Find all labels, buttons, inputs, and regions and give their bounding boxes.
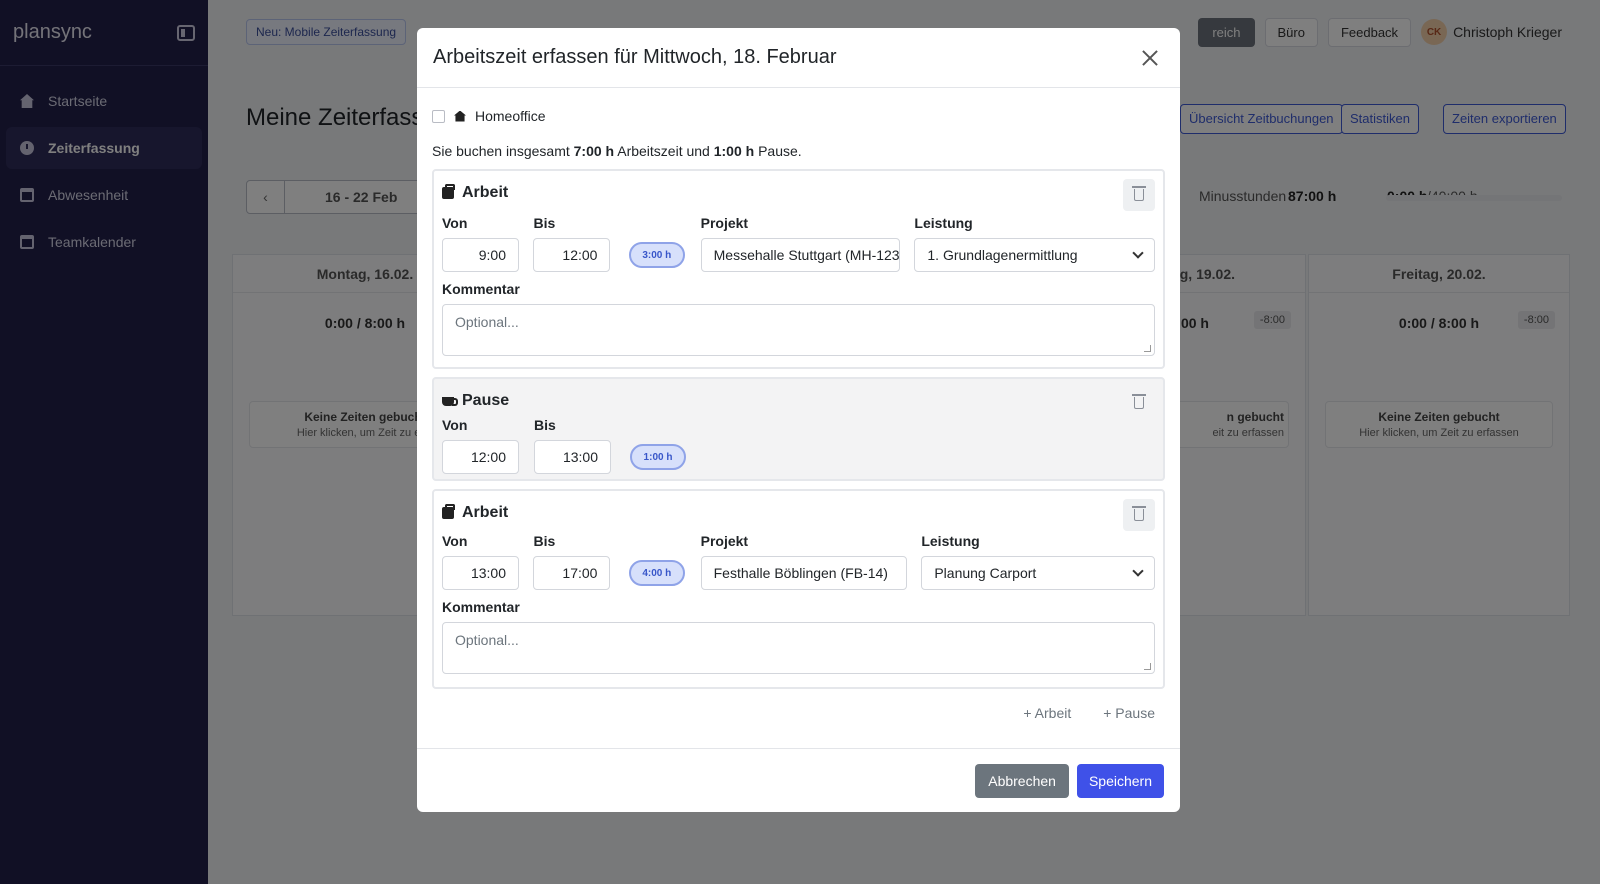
from-label: Von [442,533,468,549]
delete-entry-button[interactable] [1123,499,1155,531]
add-work-button[interactable]: + Arbeit [1023,705,1071,721]
service-label: Leistung [921,533,980,549]
comment-textarea[interactable]: Optional... [442,622,1155,674]
project-field: Projekt Festhalle Böblingen (FB-14) [700,533,922,590]
to-field: Bis 17:00 [533,533,628,590]
from-time-input[interactable]: 12:00 [442,440,519,474]
chevron-down-icon [1132,247,1144,259]
duration-badge: 3:00 h [628,242,685,268]
summary-prefix: Sie buchen insgesamt [432,143,574,159]
homeoffice-row: Homeoffice [432,106,1165,126]
add-entry-row: + Arbeit + Pause [432,705,1165,721]
from-field: Von 13:00 [442,533,533,590]
trash-icon [1132,506,1146,521]
entry-fields-row: Von 9:00 Bis 12:00 3:00 h Projekt Messeh… [442,215,1155,272]
house-icon [454,110,466,122]
summary-work-hours: 7:00 h [573,143,615,159]
entry-type: Arbeit [462,504,509,521]
from-label: Von [442,417,468,433]
coffee-cup-icon [442,396,458,406]
entry-header: Arbeit [442,491,1155,535]
trash-icon [1132,394,1146,409]
entry-fields-row: Von 12:00 Bis 13:00 1:00 h [442,417,1155,474]
service-select-value: Planung Carport [934,565,1037,581]
to-time-input[interactable]: 13:00 [534,440,611,474]
homeoffice-label: Homeoffice [475,108,546,124]
comment-label: Kommentar [442,281,520,297]
delete-entry-button[interactable] [1123,179,1155,211]
time-entry-modal: Arbeitszeit erfassen für Mittwoch, 18. F… [417,28,1180,812]
pause-entry: Pause Von 12:00 Bis 13:00 1:00 h [432,377,1165,481]
cancel-button[interactable]: Abbrechen [975,763,1069,798]
to-label: Bis [533,215,556,231]
from-time-input[interactable]: 13:00 [442,556,519,590]
booking-summary: Sie buchen insgesamt 7:00 h Arbeitszeit … [432,143,1165,159]
service-select[interactable]: 1. Grundlagenermittlung [914,238,1155,272]
entry-type: Pause [462,392,510,409]
from-time-input[interactable]: 9:00 [442,238,519,272]
to-label: Bis [533,533,556,549]
summary-middle: Arbeitszeit und [614,143,714,159]
from-field: Von 12:00 [442,417,534,474]
service-select-value: 1. Grundlagenermittlung [927,247,1078,263]
project-input[interactable]: Festhalle Böblingen (FB-14) [700,556,907,590]
to-field: Bis 12:00 [533,215,628,272]
entry-header: Arbeit [442,171,1155,215]
homeoffice-checkbox[interactable] [432,109,445,123]
modal-title: Arbeitszeit erfassen für Mittwoch, 18. F… [433,46,837,68]
entry-type: Arbeit [462,184,509,201]
duration-badge: 1:00 h [630,444,686,470]
add-pause-button[interactable]: + Pause [1103,705,1155,721]
comment-field: Kommentar Optional... [442,599,1155,674]
duration-badge: 4:00 h [628,560,685,586]
project-label: Projekt [700,215,749,231]
briefcase-icon [442,184,455,199]
work-entry: Arbeit Von 9:00 Bis 12:00 3:00 h Projekt… [432,169,1165,369]
modal-footer: Abbrechen Speichern [417,748,1180,812]
to-field: Bis 13:00 [534,417,630,474]
project-input[interactable]: Messehalle Stuttgart (MH-123 [700,238,900,272]
summary-suffix: Pause. [754,143,802,159]
entry-fields-row: Von 13:00 Bis 17:00 4:00 h Projekt Festh… [442,533,1155,590]
modal-body: Homeoffice Sie buchen insgesamt 7:00 h A… [417,106,1180,721]
trash-icon [1132,186,1146,201]
from-label: Von [442,215,468,231]
to-time-input[interactable]: 17:00 [533,556,611,590]
delete-entry-button[interactable] [1123,387,1155,419]
to-label: Bis [534,417,556,433]
save-button[interactable]: Speichern [1076,763,1164,798]
service-field: Leistung 1. Grundlagenermittlung [914,215,1155,272]
service-label: Leistung [914,215,973,231]
briefcase-icon [442,504,455,519]
work-entry: Arbeit Von 13:00 Bis 17:00 4:00 h Projek… [432,489,1165,689]
service-select[interactable]: Planung Carport [921,556,1155,590]
project-label: Projekt [700,533,749,549]
from-field: Von 9:00 [442,215,533,272]
comment-textarea[interactable]: Optional... [442,304,1155,356]
project-field: Projekt Messehalle Stuttgart (MH-123 [700,215,915,272]
to-time-input[interactable]: 12:00 [533,238,611,272]
close-icon[interactable] [1142,50,1158,66]
service-field: Leistung Planung Carport [921,533,1155,590]
summary-pause-hours: 1:00 h [713,143,755,159]
chevron-down-icon [1132,565,1144,577]
comment-label: Kommentar [442,599,520,615]
comment-field: Kommentar Optional... [442,281,1155,356]
modal-header: Arbeitszeit erfassen für Mittwoch, 18. F… [417,28,1180,88]
